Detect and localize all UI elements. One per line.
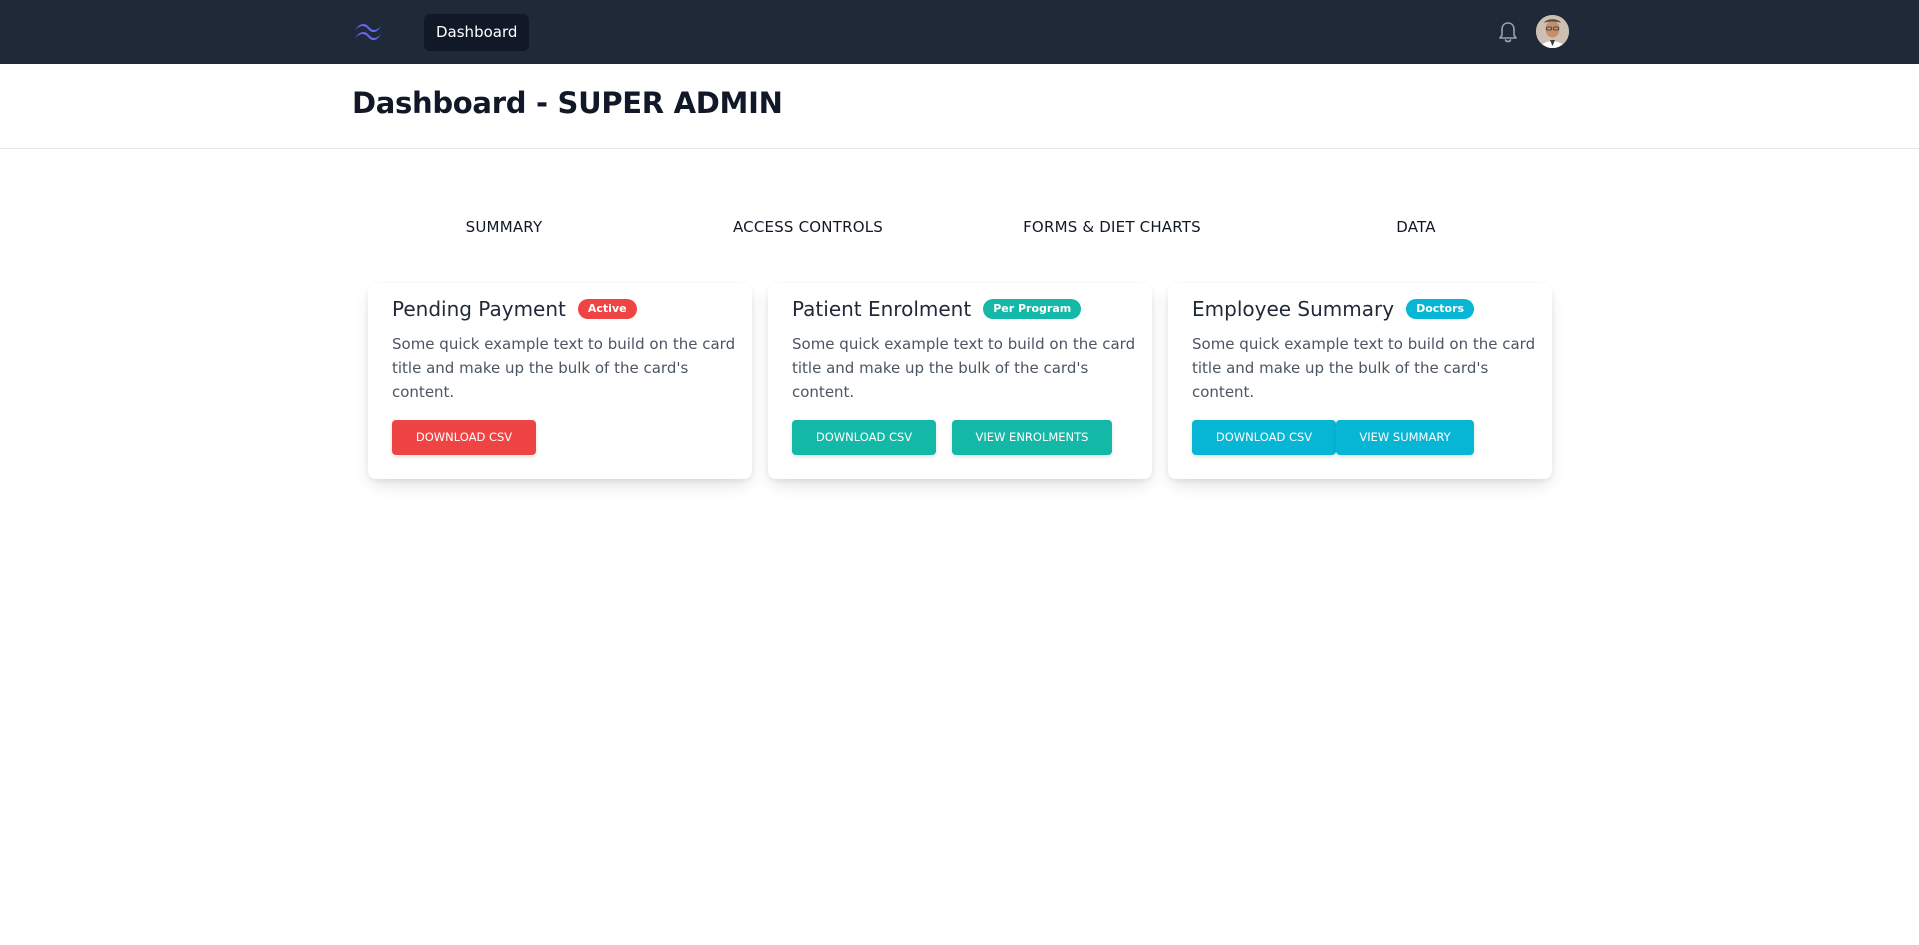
card-patient-enrolment: Patient Enrolment Per Program Some quick… [768, 283, 1152, 479]
status-badge: Per Program [983, 299, 1082, 319]
card-pending-payment: Pending Payment Active Some quick exampl… [368, 283, 752, 479]
download-csv-button[interactable]: DOWNLOAD CSV [392, 420, 536, 455]
download-csv-button[interactable]: DOWNLOAD CSV [1192, 420, 1336, 455]
download-csv-button[interactable]: DOWNLOAD CSV [792, 420, 936, 455]
page-header: Dashboard - SUPER ADMIN [0, 64, 1919, 149]
nav-dashboard-link[interactable]: Dashboard [424, 14, 530, 51]
card-description: Some quick example text to build on the … [792, 335, 1136, 401]
tab-bar: SUMMARY ACCESS CONTROLS FORMS & DIET CHA… [352, 212, 1568, 242]
tab-access-controls[interactable]: ACCESS CONTROLS [656, 212, 960, 242]
card-title: Employee Summary [1192, 297, 1395, 321]
card-title-row: Pending Payment Active [392, 297, 637, 321]
user-avatar[interactable] [1536, 15, 1569, 48]
tailwind-logo-icon[interactable] [352, 20, 384, 44]
card-employee-summary: Employee Summary Doctors Some quick exam… [1168, 283, 1552, 479]
page-title: Dashboard - SUPER ADMIN [352, 86, 783, 120]
card-description: Some quick example text to build on the … [392, 335, 736, 401]
tab-forms-diet-charts[interactable]: FORMS & DIET CHARTS [960, 212, 1264, 242]
view-enrolments-button[interactable]: VIEW ENROLMENTS [952, 420, 1112, 455]
top-navbar: Dashboard [0, 0, 1919, 64]
card-title: Pending Payment [392, 297, 566, 321]
card-title: Patient Enrolment [792, 297, 972, 321]
card-title-row: Employee Summary Doctors [1192, 297, 1475, 321]
status-badge: Active [577, 299, 637, 319]
avatar-image [1536, 15, 1569, 48]
status-badge: Doctors [1406, 299, 1475, 319]
card-description: Some quick example text to build on the … [1192, 335, 1536, 401]
bell-icon[interactable] [1494, 18, 1522, 46]
view-summary-button[interactable]: VIEW SUMMARY [1336, 420, 1474, 455]
tab-data[interactable]: DATA [1264, 212, 1568, 242]
tab-summary[interactable]: SUMMARY [352, 212, 656, 242]
card-title-row: Patient Enrolment Per Program [792, 297, 1082, 321]
